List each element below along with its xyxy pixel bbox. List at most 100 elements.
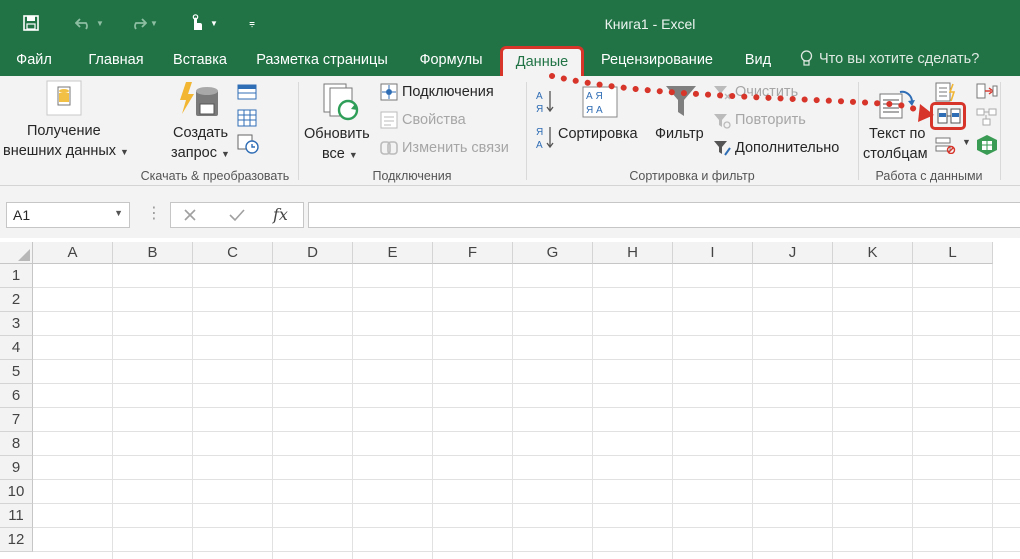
column-header-f[interactable]: F — [433, 242, 513, 264]
filter-button[interactable]: Фильтр — [655, 126, 704, 142]
formula-input[interactable] — [308, 202, 1020, 228]
group-separator — [1000, 82, 1001, 180]
grid-row-line — [33, 335, 1020, 336]
advanced-button[interactable]: Дополнительно — [735, 140, 839, 156]
advanced-filter-icon[interactable] — [713, 139, 731, 160]
column-header-k[interactable]: K — [833, 242, 913, 264]
grid-column-line — [912, 264, 913, 559]
grid-column-line — [432, 264, 433, 559]
refresh-all-line1[interactable]: Обновить — [304, 126, 370, 142]
create-query-line1[interactable]: Создать — [173, 125, 228, 141]
name-box-dropdown-icon[interactable]: ▼ — [114, 208, 123, 218]
column-header-b[interactable]: B — [113, 242, 193, 264]
grid-row-line — [33, 287, 1020, 288]
insert-function-icon[interactable]: fx — [273, 205, 288, 224]
sort-za-icon[interactable]: ЯА — [535, 124, 555, 153]
text-to-columns-icon[interactable] — [878, 82, 918, 125]
row-header-11[interactable]: 11 — [0, 504, 33, 528]
refresh-all-icon[interactable] — [320, 82, 362, 125]
group-separator — [858, 82, 859, 180]
connections-icon[interactable] — [380, 83, 398, 104]
properties-button: Свойства — [402, 112, 466, 128]
remove-duplicates-button[interactable] — [930, 102, 966, 130]
grid-row-line — [33, 455, 1020, 456]
grid-column-line — [832, 264, 833, 559]
tell-me-text: Что вы хотите сделать? — [819, 50, 980, 67]
consolidate-icon[interactable] — [976, 82, 998, 103]
column-header-a[interactable]: A — [33, 242, 113, 264]
data-model-icon[interactable] — [976, 134, 998, 159]
grid-row-line — [33, 407, 1020, 408]
column-header-d[interactable]: D — [273, 242, 353, 264]
row-header-6[interactable]: 6 — [0, 384, 33, 408]
enter-icon[interactable] — [229, 208, 245, 222]
new-query-icon[interactable] — [178, 80, 222, 120]
cancel-icon[interactable] — [183, 208, 197, 222]
row-header-1[interactable]: 1 — [0, 264, 33, 288]
group-separator — [526, 82, 527, 180]
sort-dialog-icon[interactable]: А Я Я А — [582, 86, 618, 121]
group-separator — [298, 82, 299, 180]
grid-column-line — [752, 264, 753, 559]
sort-button[interactable]: Сортировка — [558, 126, 638, 142]
group-connections-label: Подключения — [372, 169, 452, 183]
column-header-l[interactable]: L — [913, 242, 993, 264]
tab-file[interactable]: Файл — [16, 50, 52, 74]
ribbon-tabs: Файл Главная Вставка Разметка страницы Ф… — [0, 44, 1020, 76]
grid-row-line — [33, 503, 1020, 504]
tab-review[interactable]: Рецензирование — [596, 50, 718, 74]
tab-insert[interactable]: Вставка — [170, 50, 230, 74]
show-queries-icon[interactable] — [237, 84, 257, 103]
grid-column-line — [672, 264, 673, 559]
clear-filter-icon — [713, 84, 731, 105]
data-validation-dropdown-icon[interactable]: ▼ — [962, 137, 971, 147]
text-to-columns-line2[interactable]: столбцам — [863, 146, 928, 162]
connections-button[interactable]: Подключения — [402, 84, 494, 100]
column-header-c[interactable]: C — [193, 242, 273, 264]
filter-icon[interactable] — [664, 84, 698, 123]
name-box-value: A1 — [13, 207, 31, 223]
from-table-icon[interactable] — [237, 109, 257, 130]
ribbon-data: Получение внешних данных ▼ Создать запро… — [0, 76, 1020, 186]
get-external-line2[interactable]: внешних данных ▼ — [3, 143, 129, 159]
tell-me-box[interactable]: Что вы хотите сделать? — [800, 50, 979, 67]
row-header-2[interactable]: 2 — [0, 288, 33, 312]
name-box[interactable]: A1 ▼ — [6, 202, 130, 228]
column-header-g[interactable]: G — [513, 242, 593, 264]
get-external-data-icon[interactable] — [44, 79, 84, 119]
column-header-e[interactable]: E — [353, 242, 433, 264]
tab-page-layout[interactable]: Разметка страницы — [253, 50, 391, 74]
tab-view[interactable]: Вид — [742, 50, 774, 74]
get-external-line1[interactable]: Получение — [27, 123, 101, 139]
text-to-columns-line1[interactable]: Текст по — [869, 126, 925, 142]
row-header-3[interactable]: 3 — [0, 312, 33, 336]
row-header-10[interactable]: 10 — [0, 480, 33, 504]
row-header-8[interactable]: 8 — [0, 432, 33, 456]
row-header-5[interactable]: 5 — [0, 360, 33, 384]
sort-az-icon[interactable]: АЯ — [535, 88, 555, 117]
create-query-line2[interactable]: запрос ▼ — [171, 145, 230, 161]
tab-formulas[interactable]: Формулы — [416, 50, 486, 74]
data-validation-icon[interactable] — [935, 136, 957, 157]
tab-data[interactable]: Данные — [500, 46, 584, 76]
tab-home[interactable]: Главная — [86, 50, 146, 74]
column-header-j[interactable]: J — [753, 242, 833, 264]
column-header-h[interactable]: H — [593, 242, 673, 264]
grid-column-line — [112, 264, 113, 559]
row-header-4[interactable]: 4 — [0, 336, 33, 360]
worksheet-grid[interactable]: A B C D E F G H I J K L 1 2 3 4 5 6 7 8 9 10 11 12 — [0, 238, 1020, 559]
row-header-9[interactable]: 9 — [0, 456, 33, 480]
formula-buttons: fx — [170, 202, 304, 228]
column-header-i[interactable]: I — [673, 242, 753, 264]
grid-row-line — [33, 527, 1020, 528]
row-header-7[interactable]: 7 — [0, 408, 33, 432]
refresh-all-line2[interactable]: все ▼ — [322, 146, 358, 162]
row-header-12[interactable]: 12 — [0, 528, 33, 552]
reapply-icon — [713, 112, 731, 133]
group-data-tools-label: Работа с данными — [875, 169, 983, 183]
relationships-icon[interactable] — [976, 108, 998, 129]
grid-column-line — [592, 264, 593, 559]
recent-sources-icon[interactable] — [237, 134, 259, 157]
svg-text:А: А — [536, 91, 543, 102]
select-all-corner[interactable] — [0, 242, 33, 264]
